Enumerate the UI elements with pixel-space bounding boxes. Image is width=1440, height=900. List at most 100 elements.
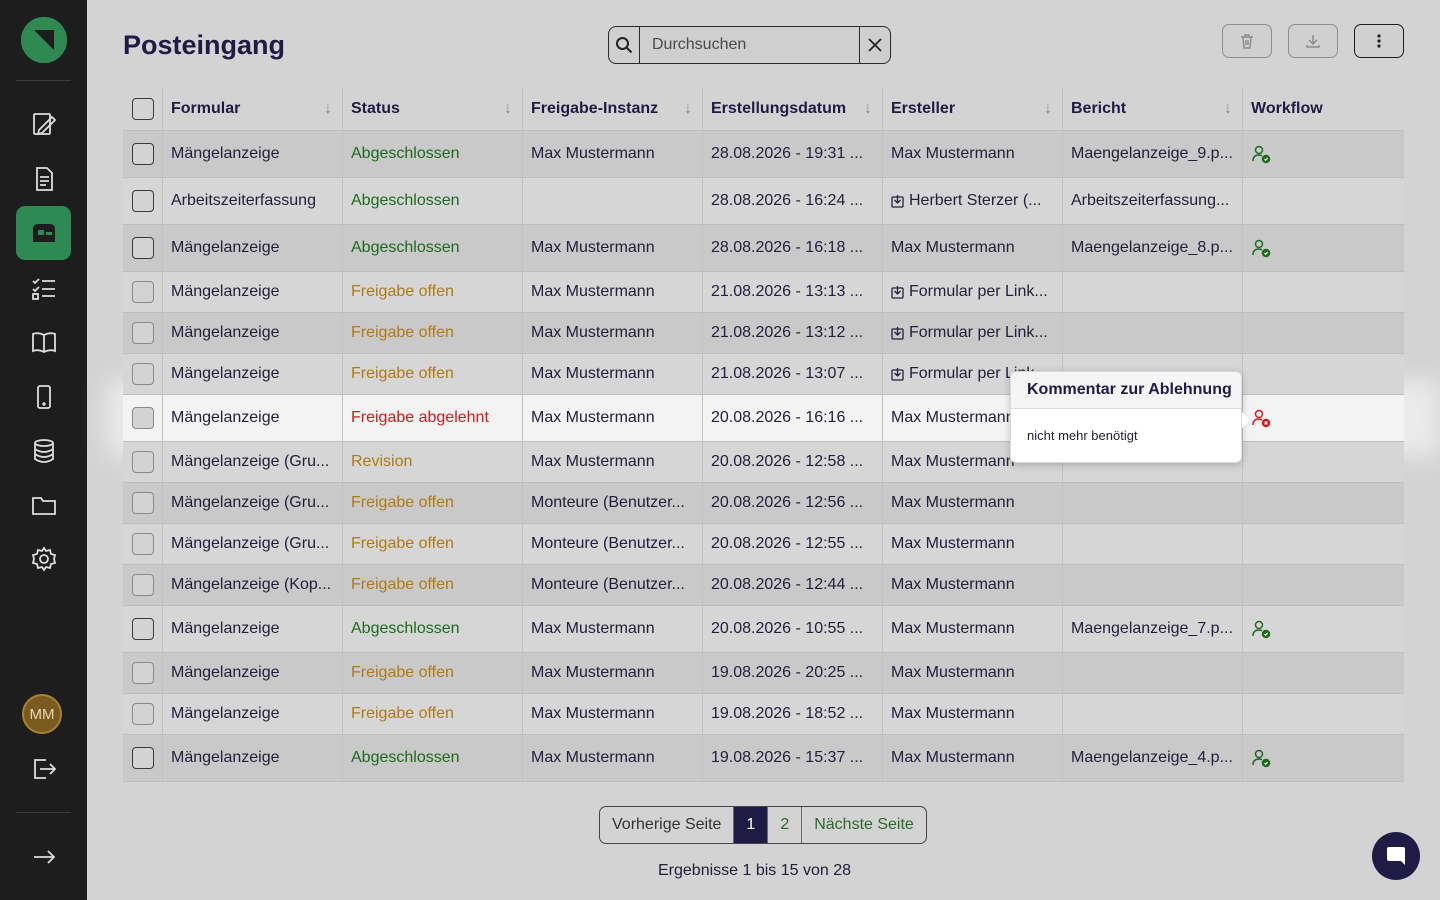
column-header-erstellungsdatum[interactable]: Erstellungsdatum ↓ [703, 88, 883, 130]
cell-status: Abgeschlossen [343, 735, 523, 781]
table-row[interactable]: Mängelanzeige Abgeschlossen Max Musterma… [123, 606, 1404, 653]
user-approved-icon[interactable] [1251, 144, 1271, 164]
table-row[interactable]: Mängelanzeige Freigabe offen Max Musterm… [123, 694, 1404, 735]
approval-instance: Monteure (Benutzer... [531, 494, 685, 511]
column-header-formular[interactable]: Formular ↓ [163, 88, 343, 130]
link-submission-icon [891, 286, 904, 299]
row-checkbox[interactable] [131, 281, 154, 303]
row-checkbox[interactable] [131, 451, 154, 473]
cell-erstellungsdatum: 20.08.2026 - 12:44 ... [703, 565, 883, 605]
user-approved-icon[interactable] [1251, 748, 1271, 768]
row-checkbox[interactable] [131, 407, 154, 429]
search-input[interactable] [640, 27, 859, 63]
cell-erstellungsdatum: 21.08.2026 - 13:07 ... [703, 354, 883, 394]
sidebar-item-tasks[interactable] [16, 261, 71, 315]
row-checkbox[interactable] [131, 237, 154, 259]
cell-formular: Mängelanzeige (Gru... [163, 442, 343, 482]
row-checkbox[interactable] [131, 533, 154, 555]
table-row[interactable]: Mängelanzeige Abgeschlossen Max Musterma… [123, 131, 1404, 178]
chat-button[interactable] [1372, 832, 1420, 880]
download-button[interactable] [1288, 24, 1338, 58]
sort-arrow-icon[interactable]: ↓ [1044, 100, 1052, 118]
user-approved-icon[interactable] [1251, 619, 1271, 639]
sidebar-item-forms[interactable] [16, 97, 71, 151]
table-row[interactable]: Mängelanzeige (Kop... Freigabe offen Mon… [123, 565, 1404, 606]
sort-arrow-icon[interactable]: ↓ [504, 100, 512, 118]
row-select-cell [123, 606, 163, 652]
row-checkbox[interactable] [131, 322, 154, 344]
sidebar-item-mobile[interactable] [16, 370, 71, 424]
cell-freigabe-instanz: Monteure (Benutzer... [523, 483, 703, 523]
logout-button[interactable] [16, 742, 71, 796]
report-link[interactable]: Arbeitszeiterfassung... [1071, 192, 1229, 210]
sidebar-item-manual[interactable] [16, 315, 71, 369]
user-approved-icon[interactable] [1251, 238, 1271, 258]
more-options-button[interactable] [1354, 24, 1404, 58]
table-row[interactable]: Mängelanzeige Freigabe offen Max Musterm… [123, 653, 1404, 694]
select-all-checkbox[interactable] [131, 98, 154, 120]
row-checkbox[interactable] [131, 618, 154, 640]
search-button[interactable] [609, 27, 640, 63]
cell-freigabe-instanz: Max Mustermann [523, 606, 703, 652]
creator-name: Max Mustermann [891, 664, 1015, 681]
sort-arrow-icon[interactable]: ↓ [1224, 100, 1232, 118]
table-row[interactable]: Arbeitszeiterfassung Abgeschlossen 28.08… [123, 178, 1404, 225]
user-rejected-icon[interactable] [1251, 408, 1271, 428]
cell-formular: Arbeitszeiterfassung [163, 178, 343, 224]
sidebar-divider [16, 80, 71, 81]
sidebar-item-documents[interactable] [16, 152, 71, 206]
row-checkbox[interactable] [131, 143, 154, 165]
cell-status: Freigabe offen [343, 483, 523, 523]
row-checkbox[interactable] [131, 703, 154, 725]
creator-name: Max Mustermann [891, 494, 1015, 511]
cell-ersteller: Max Mustermann [883, 606, 1063, 652]
table-row[interactable]: Mängelanzeige Freigabe offen Max Musterm… [123, 313, 1404, 354]
report-link[interactable]: Maengelanzeige_8.p... [1071, 239, 1233, 257]
cell-erstellungsdatum: 20.08.2026 - 16:16 ... [703, 395, 883, 441]
row-checkbox[interactable] [131, 190, 154, 212]
next-page-button[interactable]: Nächste Seite [802, 807, 926, 843]
table-row[interactable]: Mängelanzeige Abgeschlossen Max Musterma… [123, 735, 1404, 782]
cell-status: Freigabe offen [343, 313, 523, 353]
form-edit-icon [32, 113, 56, 136]
sidebar-item-database[interactable] [16, 424, 71, 478]
table-row[interactable]: Mängelanzeige (Gru... Freigabe offen Mon… [123, 483, 1404, 524]
expand-sidebar-button[interactable] [16, 830, 71, 884]
column-header-status[interactable]: Status ↓ [343, 88, 523, 130]
user-avatar[interactable]: MM [22, 694, 62, 734]
report-link[interactable]: Maengelanzeige_7.p... [1071, 620, 1233, 638]
column-header-ersteller[interactable]: Ersteller ↓ [883, 88, 1063, 130]
sort-arrow-icon[interactable]: ↓ [864, 100, 872, 118]
sidebar-item-files[interactable] [16, 478, 71, 532]
cell-freigabe-instanz: Max Mustermann [523, 442, 703, 482]
prev-page-button[interactable]: Vorherige Seite [600, 807, 735, 843]
row-checkbox[interactable] [131, 363, 154, 385]
cell-formular: Mängelanzeige [163, 606, 343, 652]
page-button-1[interactable]: 1 [734, 807, 769, 843]
cell-formular: Mängelanzeige [163, 313, 343, 353]
table-row[interactable]: Mängelanzeige Abgeschlossen Max Musterma… [123, 225, 1404, 272]
column-header-freigabe-instanz[interactable]: Freigabe-Instanz ↓ [523, 88, 703, 130]
sort-arrow-icon[interactable]: ↓ [324, 100, 332, 118]
row-checkbox[interactable] [131, 492, 154, 514]
clear-search-button[interactable] [859, 27, 890, 63]
sidebar-item-inbox[interactable] [16, 206, 71, 260]
report-link[interactable]: Maengelanzeige_9.p... [1071, 145, 1233, 163]
row-checkbox[interactable] [131, 747, 154, 769]
page-button-2[interactable]: 2 [768, 807, 803, 843]
delete-button[interactable] [1222, 24, 1272, 58]
cell-bericht [1063, 694, 1243, 734]
sort-arrow-icon[interactable]: ↓ [684, 100, 692, 118]
row-checkbox[interactable] [131, 574, 154, 596]
cell-freigabe-instanz: Max Mustermann [523, 653, 703, 693]
row-checkbox[interactable] [131, 662, 154, 684]
app-logo[interactable] [21, 17, 67, 63]
report-link[interactable]: Maengelanzeige_4.p... [1071, 749, 1233, 767]
status-label: Freigabe offen [351, 535, 454, 552]
table-row[interactable]: Mängelanzeige (Gru... Freigabe offen Mon… [123, 524, 1404, 565]
cell-bericht [1063, 524, 1243, 564]
column-header-bericht[interactable]: Bericht ↓ [1063, 88, 1243, 130]
row-select-cell [123, 354, 163, 394]
sidebar-item-settings[interactable] [16, 532, 71, 586]
table-row[interactable]: Mängelanzeige Freigabe offen Max Musterm… [123, 272, 1404, 313]
